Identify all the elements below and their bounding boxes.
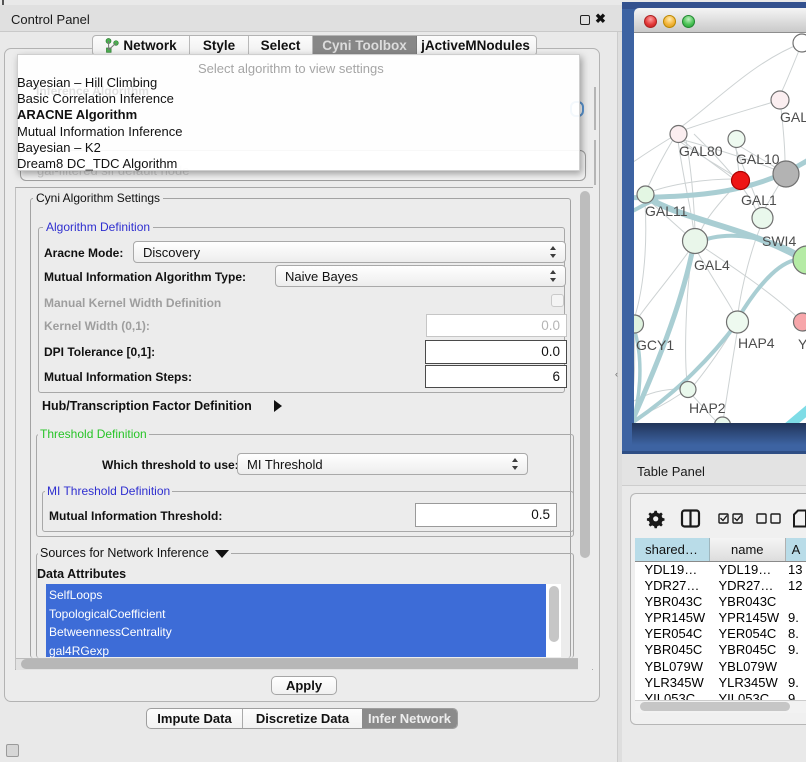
svg-text:GAL4: GAL4 (694, 257, 730, 273)
svg-text:HAP2: HAP2 (689, 400, 726, 416)
svg-text:SWI4: SWI4 (762, 233, 796, 249)
svg-text:HAP4: HAP4 (738, 335, 775, 351)
svg-text:GAL: GAL (780, 109, 806, 125)
svg-text:GAL10: GAL10 (736, 151, 780, 167)
svg-text:GAL80: GAL80 (679, 143, 723, 159)
svg-text:Y: Y (798, 336, 806, 352)
svg-text:GAL1: GAL1 (741, 192, 777, 208)
svg-text:GCY1: GCY1 (636, 337, 674, 353)
svg-text:GAL11: GAL11 (645, 203, 688, 219)
